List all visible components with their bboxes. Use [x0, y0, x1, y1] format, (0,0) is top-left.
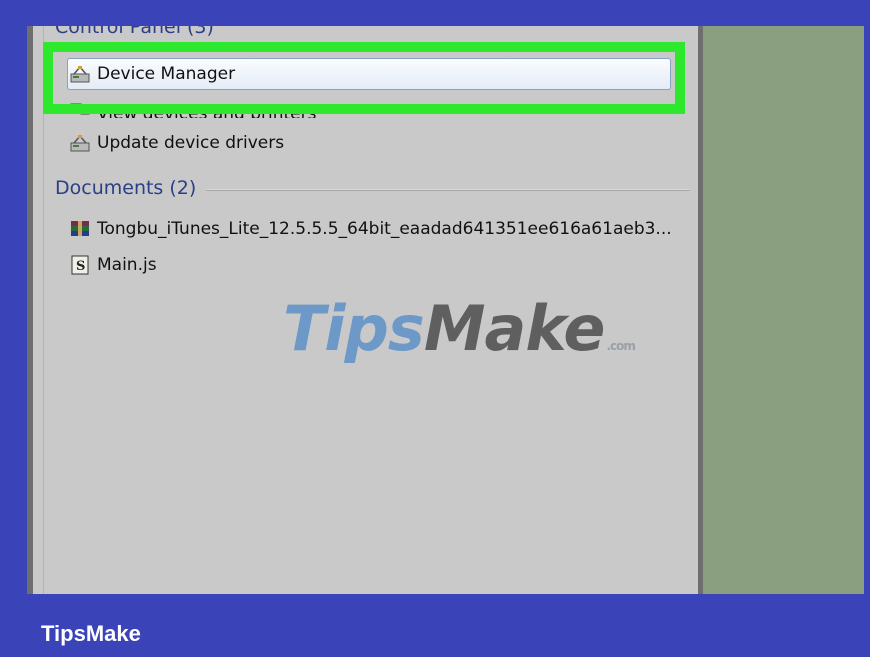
screen: Control Panel (3) Device Manager View de…	[27, 26, 864, 594]
result-tongbu-archive[interactable]: Tongbu_iTunes_Lite_12.5.5.5_64bit_eaadad…	[69, 217, 672, 241]
brand-footer: TipsMake	[41, 621, 141, 646]
watermark-logo: Tips Make .com	[283, 292, 636, 365]
script-icon: S	[69, 255, 91, 275]
device-manager-icon	[69, 133, 91, 153]
group-header-control-panel: Control Panel (3)	[55, 26, 214, 38]
group-header-documents: Documents (2)	[55, 177, 197, 199]
group-header-documents-row: Documents (2)	[55, 174, 690, 202]
header-rule	[206, 189, 690, 191]
svg-text:S: S	[76, 259, 85, 274]
result-update-device-drivers[interactable]: Update device drivers	[69, 131, 284, 155]
result-main-js[interactable]: S Main.js	[69, 253, 157, 277]
highlight-box	[43, 42, 685, 114]
archive-icon	[69, 219, 91, 239]
